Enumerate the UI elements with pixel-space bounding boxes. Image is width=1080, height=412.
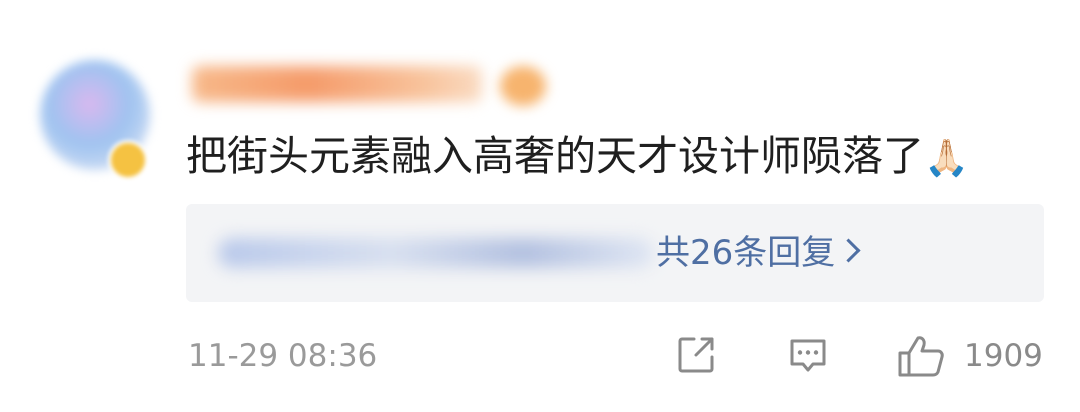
comment-icon[interactable] xyxy=(786,333,830,377)
user-level-badge-icon xyxy=(500,66,546,106)
praying-hands-emoji: 🙏🏻 xyxy=(924,138,969,179)
comment-body: 把街头元素融入高奢的天才设计师陨落了 xyxy=(186,132,924,180)
username-blurred[interactable] xyxy=(192,66,482,102)
like-count: 1909 xyxy=(964,338,1043,374)
comment-text: 把街头元素融入高奢的天才设计师陨落了🙏🏻 xyxy=(186,127,969,188)
thumbs-up-icon[interactable] xyxy=(896,333,946,379)
share-icon[interactable] xyxy=(674,333,718,377)
chevron-right-icon xyxy=(836,238,861,263)
reply-count-link[interactable]: 共26条回复 xyxy=(656,228,835,278)
verified-badge-icon xyxy=(108,140,148,180)
reply-preview-blurred xyxy=(218,238,654,268)
timestamp: 11-29 08:36 xyxy=(188,338,378,374)
replies-preview[interactable]: 共26条回复 xyxy=(186,204,1044,302)
